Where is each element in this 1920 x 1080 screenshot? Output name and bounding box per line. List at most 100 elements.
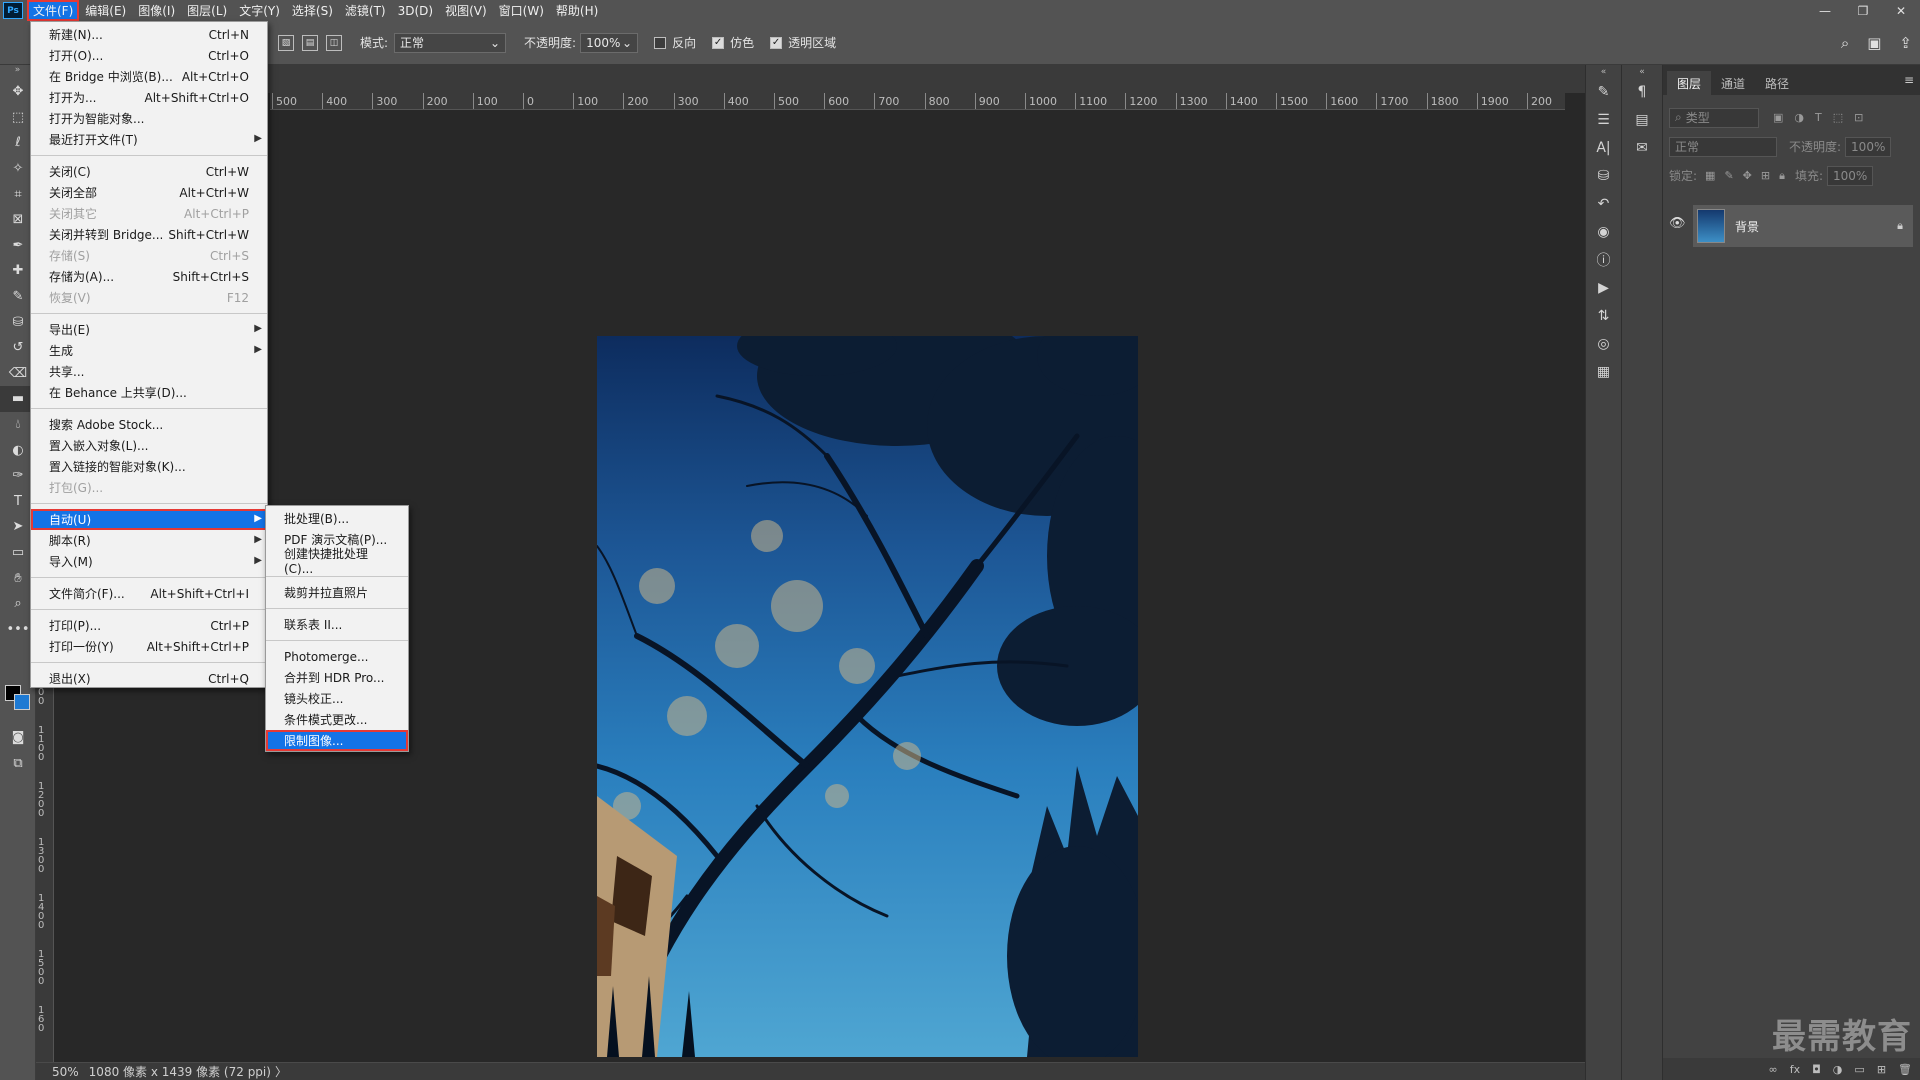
workspace-icon[interactable]: ▣ — [1867, 34, 1881, 52]
menu-v[interactable]: 视图(V) — [439, 0, 493, 21]
eye-icon[interactable]: 👁︎ — [1669, 216, 1686, 231]
reverse-checkbox[interactable]: 反向 — [654, 34, 696, 51]
shape-filter-icon[interactable]: ⬚ — [1833, 111, 1843, 124]
layers-tab-2[interactable]: 路径 — [1755, 71, 1799, 95]
menu-item-8[interactable]: 关闭全部 Alt+Ctrl+W — [31, 182, 267, 203]
menu-item-b[interactable]: 批处理(B)... — [266, 508, 408, 529]
type-filter-icon[interactable]: T — [1815, 111, 1822, 124]
status-arrow-icon[interactable]: 〉 — [275, 1063, 287, 1080]
checkbox-box[interactable]: ✓ — [770, 36, 783, 49]
link-icon[interactable]: ∞ — [1769, 1063, 1778, 1076]
layers-tab-0[interactable]: 图层 — [1667, 71, 1712, 95]
menu-w[interactable]: 窗口(W) — [493, 0, 550, 21]
group-icon[interactable]: ▭ — [1854, 1063, 1864, 1076]
menu-item-hdr-pro[interactable]: 合并到 HDR Pro... — [266, 667, 408, 688]
info-icon[interactable]: ⓘ — [1586, 246, 1621, 274]
lock-icon[interactable]: 🔒︎ — [1897, 219, 1903, 233]
menu-item-bridge-b[interactable]: 在 Bridge 中浏览(B)... Alt+Ctrl+O — [31, 66, 267, 87]
menu-3d-d[interactable]: 3D(D) — [392, 0, 439, 21]
menu-item-adobe-stock[interactable]: 搜索 Adobe Stock... — [31, 414, 267, 435]
layer-opacity-input[interactable]: 100% — [1845, 136, 1892, 157]
pixel-filter-icon[interactable]: ▣ — [1773, 111, 1783, 124]
screen-mode-icon[interactable]: ⧉ — [0, 751, 36, 777]
menu-item-bridge[interactable]: 关闭并转到 Bridge... Shift+Ctrl+W — [31, 224, 267, 245]
menu-item-c[interactable]: 创建快捷批处理(C)... — [266, 547, 408, 576]
play-icon[interactable]: ▶ — [1586, 274, 1621, 302]
layer-row[interactable]: 背景 🔒︎ — [1693, 205, 1913, 247]
table-icon[interactable]: ▦ — [1586, 358, 1621, 386]
3d-icon[interactable]: ◎ — [1586, 330, 1621, 358]
smart-filter-icon[interactable]: ⊡ — [1854, 111, 1863, 124]
menu-item-n[interactable]: 新建(N)... Ctrl+N — [31, 24, 267, 45]
menu-item-l[interactable]: 置入嵌入对象(L)... — [31, 435, 267, 456]
ps-logo[interactable]: Ps — [3, 2, 23, 19]
lock-all-icon[interactable]: 🔒︎ — [1779, 169, 1785, 183]
menu-item-x[interactable]: 退出(X) Ctrl+Q — [31, 668, 267, 689]
menu-item-3[interactable]: 打开为... Alt+Shift+Ctrl+O — [31, 87, 267, 108]
adjust-icon[interactable]: ☰ — [1586, 106, 1621, 134]
menu-t[interactable]: 滤镜(T) — [339, 0, 392, 21]
panel-menu-icon[interactable]: ≡ — [1904, 73, 1914, 87]
menu-item-4[interactable]: 打开为智能对象... — [31, 108, 267, 129]
character-icon[interactable]: A| — [1586, 134, 1621, 162]
menu-item-12[interactable]: 限制图像... — [266, 730, 408, 751]
menu-s[interactable]: 选择(S) — [286, 0, 339, 21]
lock-paint-icon[interactable]: ✎ — [1724, 169, 1733, 183]
quick-mask-icon[interactable]: ◙ — [0, 725, 36, 751]
gradient-reflected-icon[interactable]: ▤ — [302, 34, 318, 51]
menu-item-10[interactable]: 镜头校正... — [266, 688, 408, 709]
menu-item-e[interactable]: 导出(E) ▶ — [31, 319, 267, 340]
menu-item-k[interactable]: 置入链接的智能对象(K)... — [31, 456, 267, 477]
opacity-input[interactable]: 100% ⌄ — [580, 32, 639, 53]
close-button[interactable]: ✕ — [1882, 0, 1920, 21]
minimize-button[interactable]: — — [1806, 0, 1844, 21]
menu-item-17[interactable]: 共享... — [31, 361, 267, 382]
menu-item-t[interactable]: 最近打开文件(T) ▶ — [31, 129, 267, 150]
dither-checkbox[interactable]: ✓ 仿色 — [712, 34, 754, 51]
styles-icon[interactable]: ◉ — [1586, 218, 1621, 246]
lock-transparent-icon[interactable]: ▦ — [1705, 169, 1715, 183]
channel-mix-icon[interactable]: ⇅ — [1586, 302, 1621, 330]
menu-item-16[interactable]: 生成 ▶ — [31, 340, 267, 361]
paragraph-icon[interactable]: ¶ — [1622, 78, 1662, 106]
brush-settings-icon[interactable]: ✎ — [1586, 78, 1621, 106]
adjust-filter-icon[interactable]: ◑ — [1794, 111, 1804, 124]
menu-item-m[interactable]: 导入(M) ▶ — [31, 551, 267, 572]
menu-item-f[interactable]: 文件简介(F)... Alt+Shift+Ctrl+I — [31, 583, 267, 604]
menu-e[interactable]: 编辑(E) — [79, 0, 132, 21]
notes-icon[interactable]: ✉ — [1622, 134, 1662, 162]
transparency-checkbox[interactable]: ✓ 透明区域 — [770, 34, 836, 51]
restore-button[interactable]: ❐ — [1844, 0, 1882, 21]
mask-icon[interactable]: ◘ — [1812, 1063, 1821, 1076]
adjustment-icon[interactable]: ◑ — [1833, 1063, 1843, 1076]
menu-item-ii[interactable]: 联系表 II... — [266, 614, 408, 635]
clone-source-icon[interactable]: ⛁ — [1586, 162, 1621, 190]
menu-item-y[interactable]: 打印一份(Y) Alt+Shift+Ctrl+P — [31, 636, 267, 657]
lock-position-icon[interactable]: ✥ — [1743, 169, 1752, 183]
properties-icon[interactable]: ▤ — [1622, 106, 1662, 134]
menu-item-photomerge[interactable]: Photomerge... — [266, 646, 408, 667]
trash-icon[interactable]: 🗑︎ — [1898, 1063, 1912, 1076]
share-icon[interactable]: ⇪ — [1899, 34, 1912, 52]
background-color-swatch[interactable] — [14, 694, 30, 710]
menu-f[interactable]: 文件(F) — [27, 0, 80, 21]
fx-icon[interactable]: fx — [1790, 1063, 1800, 1076]
menu-item-4[interactable]: 裁剪并拉直照片 — [266, 582, 408, 603]
menu-item-c[interactable]: 关闭(C) Ctrl+W — [31, 161, 267, 182]
checkbox-box[interactable]: ✓ — [712, 36, 725, 49]
zoom-level[interactable]: 50% — [52, 1065, 79, 1079]
menu-item-11[interactable]: 条件模式更改... — [266, 709, 408, 730]
blend-mode-select[interactable]: 正常 — [1669, 136, 1777, 157]
checkbox-box[interactable] — [654, 36, 667, 49]
menu-y[interactable]: 文字(Y) — [233, 0, 286, 21]
menu-item-r[interactable]: 脚本(R) ▶ — [31, 530, 267, 551]
menu-l[interactable]: 图层(L) — [181, 0, 233, 21]
gradient-diamond-icon[interactable]: ◫ — [326, 34, 342, 51]
layers-tab-1[interactable]: 通道 — [1711, 71, 1755, 95]
history-icon[interactable]: ↶ — [1586, 190, 1621, 218]
menu-item-behance-d[interactable]: 在 Behance 上共享(D)... — [31, 382, 267, 403]
menu-item-u[interactable]: 自动(U) ▶ — [31, 509, 267, 530]
collapse-icon[interactable]: « — [1622, 65, 1662, 78]
menu-item-o[interactable]: 打开(O)... Ctrl+O — [31, 45, 267, 66]
layer-filter-select[interactable]: ⌕ 类型 — [1669, 107, 1759, 128]
